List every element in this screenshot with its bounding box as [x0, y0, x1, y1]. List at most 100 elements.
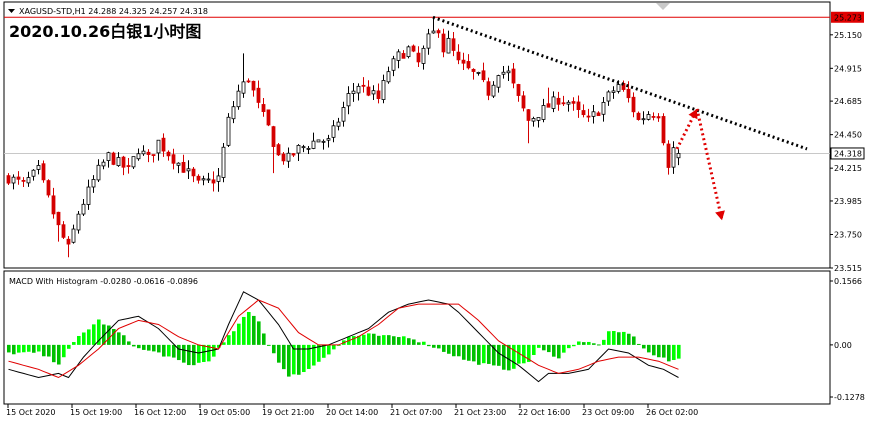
chart-title: 2020.10.26白银1小时图 — [9, 22, 201, 41]
histogram-bar — [552, 344, 556, 357]
histogram-bar — [72, 342, 76, 345]
histogram-bar — [607, 331, 611, 345]
histogram-bar — [287, 344, 291, 377]
histogram-bar — [547, 344, 551, 353]
macd-tick-label: -0.1278 — [834, 393, 865, 402]
histogram-bar — [262, 333, 266, 345]
histogram-bar — [127, 341, 131, 345]
histogram-bar — [57, 344, 61, 365]
histogram-bar — [37, 344, 41, 352]
histogram-bar — [497, 344, 501, 366]
histogram-bar — [227, 335, 231, 345]
macd-tick-label: 0.1566 — [834, 277, 862, 286]
histogram-bar — [87, 329, 91, 345]
price-tick-label: 25.150 — [834, 31, 862, 40]
histogram-bar — [652, 344, 656, 356]
histogram-bar — [137, 344, 141, 349]
histogram-bar — [462, 344, 466, 360]
histogram-bar — [622, 331, 626, 345]
histogram-bar — [352, 336, 356, 345]
histogram-bar — [532, 344, 536, 355]
histogram-bar — [147, 344, 151, 351]
histogram-bar — [662, 344, 666, 358]
histogram-bar — [432, 344, 436, 348]
histogram-bar — [597, 344, 601, 346]
histogram-bar — [92, 324, 96, 345]
histogram-bar — [582, 342, 586, 345]
histogram-bar — [382, 335, 386, 345]
histogram-bar — [537, 344, 541, 348]
time-tick-label: 26 Oct 02:00 — [646, 408, 698, 417]
histogram-bar — [542, 344, 546, 351]
histogram-bar — [182, 344, 186, 363]
histogram-bar — [437, 344, 441, 349]
candle — [76, 211, 81, 234]
candle — [111, 151, 116, 166]
histogram-bar — [187, 344, 191, 366]
histogram-bar — [637, 343, 641, 345]
histogram-bar — [557, 344, 561, 359]
histogram-bar — [327, 344, 331, 355]
histogram-bar — [17, 344, 21, 353]
histogram-bar — [212, 344, 216, 357]
histogram-bar — [487, 344, 491, 364]
histogram-bar — [577, 341, 581, 345]
histogram-bar — [387, 335, 391, 345]
histogram-bar — [422, 341, 426, 345]
time-tick-label: 22 Oct 16:00 — [518, 408, 570, 417]
price-tick-label: 23.515 — [834, 264, 862, 273]
histogram-bar — [142, 344, 146, 350]
histogram-bar — [77, 335, 81, 345]
histogram-bar — [117, 332, 121, 345]
histogram-bar — [192, 344, 196, 366]
histogram-bar — [667, 344, 671, 362]
histogram-bar — [167, 344, 171, 357]
histogram-bar — [252, 315, 256, 345]
price-tick-label: 23.985 — [834, 197, 862, 206]
histogram-bar — [177, 344, 181, 361]
histogram-bar — [447, 344, 451, 354]
symbol-header: XAGUSD-STD,H1 24.288 24.325 24.257 24.31… — [19, 7, 208, 16]
histogram-bar — [392, 336, 396, 345]
histogram-bar — [282, 344, 286, 370]
histogram-bar — [477, 344, 481, 365]
histogram-bar — [132, 344, 136, 347]
histogram-bar — [612, 331, 616, 345]
histogram-bar — [152, 344, 156, 352]
price-tick-label: 24.915 — [834, 64, 862, 73]
time-tick-label: 19 Oct 21:00 — [262, 408, 314, 417]
time-tick-label: 23 Oct 09:00 — [582, 408, 634, 417]
histogram-bar — [512, 344, 516, 369]
histogram-bar — [42, 344, 46, 357]
histogram-bar — [157, 344, 161, 353]
candle — [131, 156, 136, 169]
time-tick-label: 21 Oct 07:00 — [390, 408, 442, 417]
candle — [41, 160, 46, 183]
current-price-label: 24.318 — [834, 149, 862, 158]
histogram-bar — [442, 344, 446, 352]
histogram-bar — [52, 344, 56, 363]
histogram-bar — [397, 337, 401, 345]
candle — [276, 143, 281, 156]
histogram-bar — [482, 344, 486, 364]
histogram-bar — [412, 339, 416, 345]
histogram-bar — [112, 328, 116, 345]
histogram-bar — [522, 344, 526, 364]
histogram-bar — [457, 344, 461, 357]
histogram-bar — [162, 344, 166, 357]
histogram-bar — [672, 344, 676, 361]
time-tick-label: 21 Oct 23:00 — [454, 408, 506, 417]
price-tick-label: 23.750 — [834, 230, 862, 239]
histogram-bar — [372, 333, 376, 345]
histogram-bar — [197, 344, 201, 363]
histogram-bar — [647, 344, 651, 353]
histogram-bar — [62, 344, 66, 358]
histogram-bar — [237, 323, 241, 345]
histogram-bar — [402, 336, 406, 345]
histogram-bar — [47, 344, 51, 357]
histogram-bar — [7, 344, 11, 353]
histogram-bar — [417, 342, 421, 345]
histogram-bar — [22, 344, 26, 353]
candle — [661, 113, 666, 146]
chart-window[interactable]: XAGUSD-STD,H1 24.288 24.325 24.257 24.31… — [0, 0, 873, 426]
